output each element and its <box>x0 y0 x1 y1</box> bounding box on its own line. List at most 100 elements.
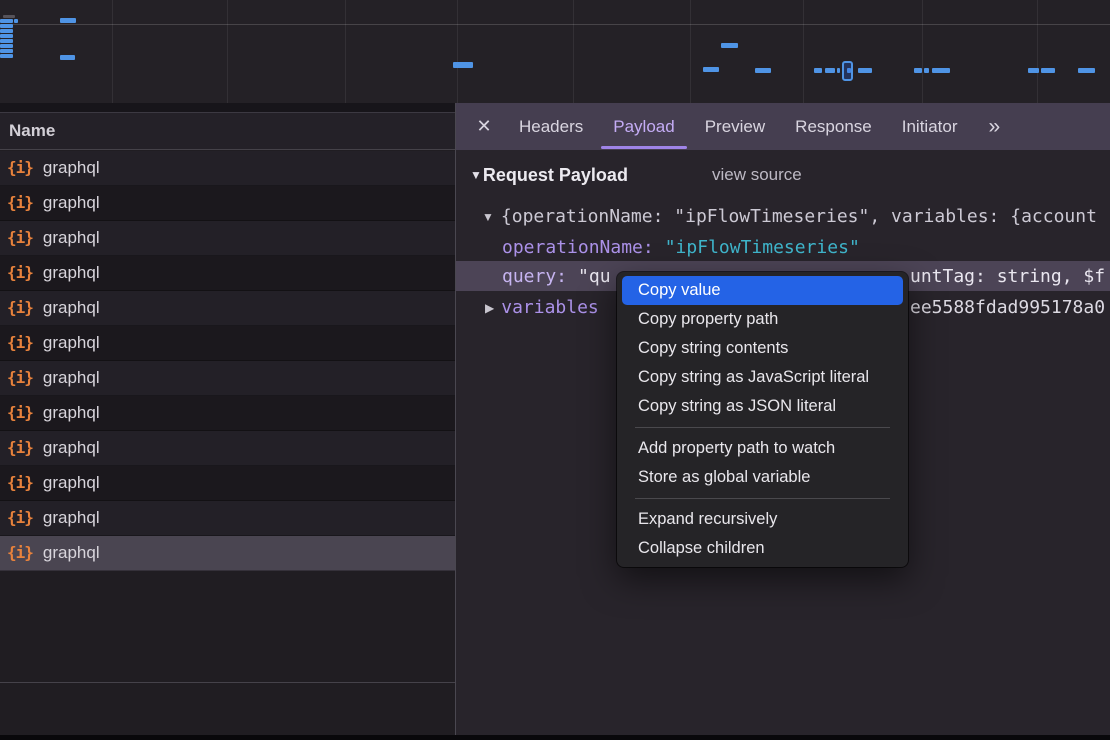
view-source-link[interactable]: view source <box>712 160 802 190</box>
json-value-start: "qu <box>578 266 611 287</box>
json-request-icon: {i} <box>7 545 33 561</box>
timeline-request-bar <box>924 68 929 73</box>
json-request-icon: {i} <box>7 510 33 526</box>
menu-item-copy-property-path[interactable]: Copy property path <box>622 305 903 334</box>
request-name-label: graphql <box>43 298 100 318</box>
summary-bar-divider <box>0 682 455 683</box>
overview-gridline <box>345 0 346 103</box>
pane-split-divider[interactable] <box>455 103 456 735</box>
network-request-row[interactable]: {i} graphql <box>0 361 455 396</box>
json-request-icon: {i} <box>7 230 33 246</box>
request-rows: {i} graphql {i} graphql {i} graphql {i} graphql… <box>0 151 455 571</box>
json-request-icon: {i} <box>7 475 33 491</box>
json-row-operation-name[interactable]: operationName: "ipFlowTimeseries" <box>456 234 1110 261</box>
network-request-row[interactable]: {i} graphql <box>0 431 455 466</box>
json-request-icon: {i} <box>7 440 33 456</box>
timeline-request-bar <box>703 67 719 72</box>
tab-preview[interactable]: Preview <box>690 103 780 150</box>
overview-gridline <box>573 0 574 103</box>
name-column-header[interactable]: Name <box>0 112 455 150</box>
timeline-request-bar <box>837 68 840 73</box>
request-name-label: graphql <box>43 438 100 458</box>
overview-gridline <box>112 0 113 103</box>
json-request-icon: {i} <box>7 370 33 386</box>
timeline-request-bar <box>0 29 13 33</box>
request-name-label: graphql <box>43 228 100 248</box>
json-request-icon: {i} <box>7 265 33 281</box>
menu-item-copy-string-contents[interactable]: Copy string contents <box>622 334 903 363</box>
json-request-icon: {i} <box>7 405 33 421</box>
menu-item-collapse-children[interactable]: Collapse children <box>622 534 903 563</box>
network-request-row[interactable]: {i}graphql <box>0 501 455 536</box>
timeline-request-bar <box>60 18 76 23</box>
overview-gridline <box>690 0 691 103</box>
timeline-request-bar <box>14 19 18 23</box>
network-request-row[interactable]: {i} graphql <box>0 466 455 501</box>
json-request-icon: {i} <box>7 335 33 351</box>
menu-item-copy-value[interactable]: Copy value <box>622 276 903 305</box>
expanded-triangle-icon[interactable]: ▼ <box>482 210 494 224</box>
menu-item-copy-string-as-json-literal[interactable]: Copy string as JSON literal <box>622 392 903 421</box>
request-name-label: graphql <box>43 193 100 213</box>
tab-headers[interactable]: Headers <box>504 103 598 150</box>
timeline-request-bar <box>1041 68 1055 73</box>
timeline-request-bar <box>755 68 771 73</box>
view-source-label: view source <box>712 165 802 185</box>
network-request-row[interactable]: {i} graphql <box>0 396 455 431</box>
more-tabs-button[interactable]: » <box>988 103 998 150</box>
network-request-row[interactable]: {i}graphql <box>0 536 455 571</box>
network-request-row[interactable]: {i}graphql <box>0 186 455 221</box>
request-payload-section-header[interactable]: ▼ Request Payload <box>470 160 628 190</box>
json-value-clipped-fragment: ee5588fdad995178a0 <box>910 294 1105 321</box>
menu-separator <box>635 498 890 499</box>
close-details-button[interactable]: ✕ <box>464 103 504 150</box>
timeline-request-bar <box>60 55 75 60</box>
timeline-request-bar <box>1028 68 1039 73</box>
timeline-request-bar <box>0 54 13 58</box>
bottom-edge <box>0 735 1110 740</box>
request-name-label: graphql <box>43 333 100 353</box>
timeline-request-bar <box>814 68 822 73</box>
name-column-label: Name <box>9 121 55 141</box>
tab-payload[interactable]: Payload <box>598 103 689 150</box>
close-icon: ✕ <box>476 116 491 137</box>
request-name-label: graphql <box>43 368 100 388</box>
section-title: Request Payload <box>483 165 628 186</box>
details-tab-bar: ✕ HeadersPayloadPreviewResponseInitiator… <box>456 103 1110 150</box>
overview-gridline <box>922 0 923 103</box>
list-top-strip <box>0 103 455 112</box>
json-key: variables <box>501 297 599 318</box>
overview-horizontal-gridline <box>0 24 1110 25</box>
network-timeline-overview[interactable] <box>0 0 1110 104</box>
menu-item-store-as-global-variable[interactable]: Store as global variable <box>622 463 903 492</box>
tab-initiator[interactable]: Initiator <box>887 103 973 150</box>
menu-item-expand-recursively[interactable]: Expand recursively <box>622 505 903 534</box>
menu-item-add-property-path-to-watch[interactable]: Add property path to watch <box>622 434 903 463</box>
network-request-row[interactable]: {i} graphql <box>0 221 455 256</box>
request-name-label: graphql <box>43 158 100 178</box>
json-request-icon: {i} <box>7 160 33 176</box>
json-value-clipped-fragment: untTag: string, $f <box>910 261 1105 291</box>
request-name-label: graphql <box>43 403 100 423</box>
network-request-row[interactable]: {i} graphql <box>0 326 455 361</box>
json-root-row[interactable]: ▼ {operationName: "ipFlowTimeseries", va… <box>456 203 1110 230</box>
timeline-request-bar <box>1078 68 1095 73</box>
timeline-request-bar <box>0 39 13 43</box>
network-request-row[interactable]: {i} graphql <box>0 151 455 186</box>
timeline-request-bar <box>721 43 738 48</box>
collapsed-triangle-icon[interactable]: ▶ <box>485 301 494 315</box>
network-request-row[interactable]: {i} graphql <box>0 256 455 291</box>
timeline-request-bar <box>0 34 13 38</box>
request-name-label: graphql <box>43 473 100 493</box>
tab-response[interactable]: Response <box>780 103 887 150</box>
network-request-row[interactable]: {i}graphql <box>0 291 455 326</box>
overview-gridline <box>1037 0 1038 103</box>
section-expanded-triangle-icon: ▼ <box>470 168 482 182</box>
timeline-request-bar <box>858 68 872 73</box>
menu-item-copy-string-as-javascript-literal[interactable]: Copy string as JavaScript literal <box>622 363 903 392</box>
timeline-request-bar <box>914 68 922 73</box>
json-root-preview: {operationName: "ipFlowTimeseries", vari… <box>501 206 1097 227</box>
request-name-label: graphql <box>43 263 100 283</box>
menu-separator <box>635 427 890 428</box>
json-key: operationName: <box>502 237 654 258</box>
